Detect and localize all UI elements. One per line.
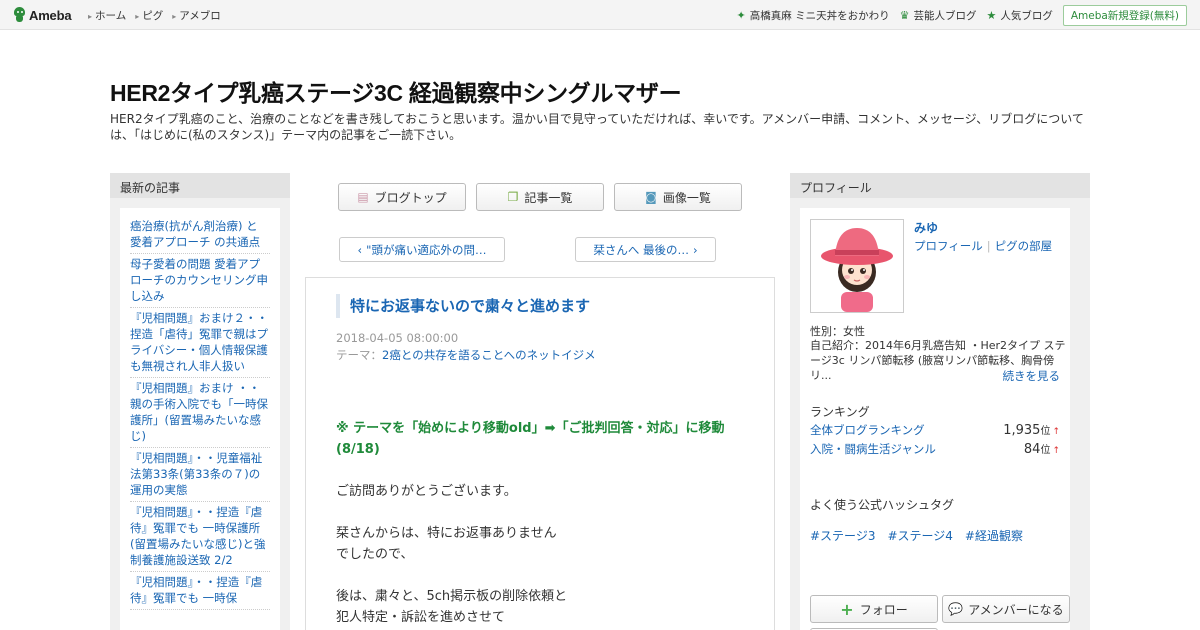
profile-name[interactable]: みゆ [914, 219, 938, 236]
prev-article-label: "頭が痛い適応外の問… [366, 242, 487, 257]
avatar-illustration [811, 220, 903, 312]
signup-button[interactable]: Ameba新規登録(無料) [1062, 5, 1187, 26]
pigg-room-link[interactable]: ピグの部屋 [995, 239, 1053, 253]
recent-article-link[interactable]: 『児相問題』・・児童福祉法第33条(第33条の７)の運用の実態 [130, 448, 270, 502]
profile-heading: プロフィール [790, 173, 1090, 198]
blog-nav-buttons: ▤ ブログトップ ❐ 記事一覧 ◙ 画像一覧 [338, 183, 742, 211]
recent-article-link[interactable]: 母子愛着の問題 愛着アプローチのカウンセリング申し込み [130, 254, 270, 308]
crown-icon: ♛ [899, 9, 910, 22]
hashtag-link[interactable]: #経過観察 [965, 527, 1023, 544]
recent-articles-list: 癌治療(抗がん剤治療) と 愛着アプローチ の共通点 母子愛着の問題 愛着アプロ… [120, 208, 280, 630]
article-body: ※ テーマを「始めにより移動old」➡「ご批判回答・対応」に移動(8/18) ご… [336, 418, 746, 630]
profile-box: みゆ プロフィール | ピグの部屋 性別：女性 自己紹介：2014年6月乳癌告知 ・… [800, 208, 1070, 630]
amember-button[interactable]: 💬 アメンバーになる [942, 595, 1070, 623]
global-nav: ホーム ピグ アメブロ [88, 8, 221, 23]
chevron-right-icon: › [693, 242, 698, 257]
trend-up-icon: ↑ [1052, 427, 1060, 437]
blog-top-button[interactable]: ▤ ブログトップ [338, 183, 466, 211]
theme-prefix: テーマ： [336, 348, 382, 362]
image-list-label: 画像一覧 [662, 190, 711, 205]
recent-articles-panel: 最新の記事 癌治療(抗がん剤治療) と 愛着アプローチ の共通点 母子愛着の問題… [110, 173, 290, 630]
article-paragraph: 栞さんからは、特にお返事ありません でしたので、 [336, 523, 746, 565]
ameba-logo[interactable]: Ameba [13, 6, 72, 24]
hashtag-link[interactable]: #ステージ3 [810, 527, 875, 544]
ranking-label[interactable]: 全体ブログランキング [810, 422, 925, 438]
chevron-left-icon: ‹ [357, 242, 363, 257]
hashtag-link[interactable]: #ステージ4 [887, 527, 952, 544]
header-right-links: ✦ 高橋真麻 ミニ天丼をおかわり ♛ 芸能人ブログ ★ 人気ブログ Ameba新… [737, 5, 1187, 26]
blog-description: HER2タイプ乳癌のこと、治療のことなどを書き残しておこうと思います。温かい目で… [110, 112, 1084, 142]
sparkle-icon: ✦ [736, 9, 746, 22]
follow-button[interactable]: + フォロー [810, 595, 938, 623]
hashtag-heading: よく使う公式ハッシュタグ [810, 498, 955, 512]
article-line: でしたので、 [336, 547, 414, 562]
ranking-value-group: 1,935位 ↑ [1003, 422, 1060, 438]
trend-up-icon: ↑ [1052, 446, 1060, 456]
recent-article-link[interactable]: 『児相問題』・・捏造『虐待』冤罪でも 一時保護所(留置場みたいな感じ)と強制養護… [130, 502, 270, 572]
read-more-link[interactable]: 続きを見る [1003, 368, 1061, 384]
star-icon: ★ [986, 9, 997, 22]
ranking-row: 入院・闘病生活ジャンル 84位 ↑ [810, 441, 1060, 457]
popular-blog-link[interactable]: ★ 人気ブログ [986, 8, 1052, 23]
celebrity-blog-label: 芸能人ブログ [913, 10, 977, 22]
article: 特にお返事ないので粛々と進めます 2018-04-05 08:00:00 テーマ… [305, 277, 775, 630]
trending-link-label: 高橋真麻 ミニ天丼をおかわり [749, 10, 890, 22]
article-paragraph: 後は、粛々と、5ch掲示板の削除依頼と 犯人特定・訴訟を進めさせて [336, 586, 746, 628]
theme-link[interactable]: 2癌との共存を語ることへのネットイジメ [382, 348, 596, 362]
hashtag-list: #ステージ3 #ステージ4 #経過観察 [810, 527, 1023, 544]
amember-label: アメンバーになる [968, 602, 1064, 617]
article-line: 後は、粛々と、5ch掲示板の削除依頼と [336, 589, 568, 604]
article-title[interactable]: 特にお返事ないので粛々と進めます [336, 294, 590, 318]
ranking-unit: 位 [1040, 445, 1051, 456]
celebrity-blog-link[interactable]: ♛ 芸能人ブログ [900, 8, 977, 23]
article-line: 栞さんからは、特にお返事ありません [336, 526, 557, 541]
document-icon: ▤ [357, 190, 369, 204]
article-list-label: 記事一覧 [524, 190, 573, 205]
image-list-button[interactable]: ◙ 画像一覧 [614, 183, 742, 211]
popular-blog-label: 人気ブログ [1000, 10, 1053, 22]
recent-article-link[interactable]: 『児相問題』おまけ２・・捏造「虐待」冤罪で親はプライバシー・個人情報保護も無視さ… [130, 308, 270, 378]
recent-article-link[interactable]: 『児相問題』おまけ ・・親の手術入院でも「一時保護所」(留置場みたいな感じ) [130, 378, 270, 448]
profile-link[interactable]: プロフィール [914, 239, 983, 253]
nav-ameblo[interactable]: アメブロ [172, 8, 220, 23]
ranking-heading: ランキング [810, 405, 870, 419]
ranking-row: 全体ブログランキング 1,935位 ↑ [810, 422, 1060, 438]
chat-bubble-icon: 💬 [948, 602, 964, 616]
article-paragraph: ご訪問ありがとうございます。 [336, 484, 517, 499]
ranking-value: 84 [1023, 442, 1041, 457]
recent-article-link[interactable]: 癌治療(抗がん剤治療) と 愛着アプローチ の共通点 [130, 216, 270, 254]
profile-panel: プロフィール みゆ プロフィール | ピグの部屋 性別：女性 自己紹介：2014… [790, 173, 1090, 630]
global-header: Ameba ホーム ピグ アメブロ ✦ 高橋真麻 ミニ天丼をおかわり ♛ 芸能人… [0, 0, 1200, 30]
ranking-value: 1,935 [1003, 423, 1041, 438]
ranking-unit: 位 [1040, 426, 1051, 437]
recent-articles-heading: 最新の記事 [110, 173, 290, 198]
logo-text: Ameba [29, 7, 72, 23]
profile-links: プロフィール | ピグの部屋 [914, 238, 1052, 254]
nav-home[interactable]: ホーム [88, 8, 126, 23]
follow-label: フォロー [859, 602, 908, 617]
avatar[interactable] [810, 219, 904, 313]
article-theme: テーマ：2癌との共存を語ることへのネットイジメ [336, 347, 596, 363]
camera-icon: ◙ [645, 190, 657, 204]
profile-gender: 性別：女性 [810, 325, 865, 338]
article-line: 犯人特定・訴訟を進めさせて [336, 610, 506, 625]
ranking-value-group: 84位 ↑ [1024, 441, 1060, 457]
blog-title[interactable]: HER2タイプ乳癌ステージ3C 経過観察中シングルマザー [110, 74, 682, 108]
next-article-button[interactable]: 栞さんへ 最後の… › [575, 237, 716, 262]
article-date: 2018-04-05 08:00:00 [336, 331, 459, 345]
list-icon: ❐ [507, 190, 519, 204]
link-separator: | [986, 239, 991, 253]
prev-article-button[interactable]: ‹ "頭が痛い適応外の問… [339, 237, 505, 262]
recent-article-link[interactable]: 『児相問題』・・捏造『虐待』冤罪でも 一時保 [130, 572, 270, 610]
ameba-mascot-icon [13, 7, 26, 23]
next-article-label: 栞さんへ 最後の… [593, 242, 690, 257]
blog-top-label: ブログトップ [374, 190, 447, 205]
article-list-button[interactable]: ❐ 記事一覧 [476, 183, 604, 211]
article-note: ※ テーマを「始めにより移動old」➡「ご批判回答・対応」に移動(8/18) [336, 421, 725, 457]
plus-icon: + [840, 599, 854, 619]
ranking-label[interactable]: 入院・闘病生活ジャンル [810, 441, 936, 457]
nav-pigg[interactable]: ピグ [135, 8, 163, 23]
trending-link[interactable]: ✦ 高橋真麻 ミニ天丼をおかわり [737, 8, 890, 23]
